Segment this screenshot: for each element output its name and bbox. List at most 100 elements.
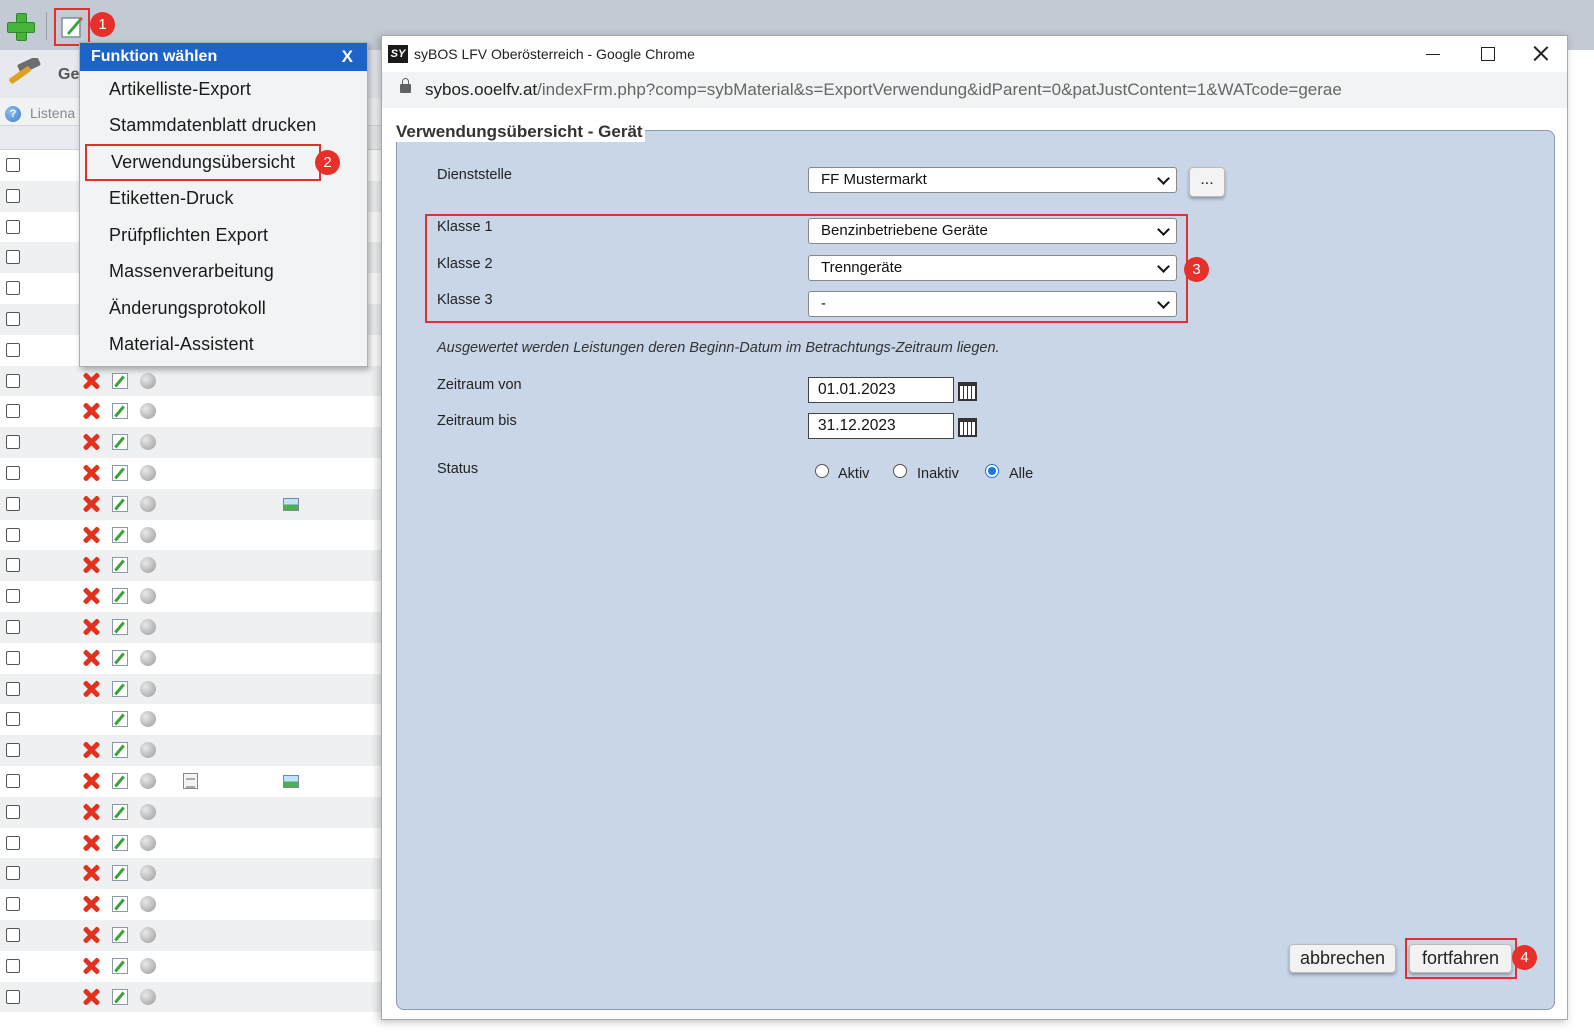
document-icon[interactable] (183, 772, 198, 789)
continue-button[interactable]: fortfahren (1409, 944, 1512, 973)
status-inaktiv-radio[interactable] (893, 464, 907, 478)
image-icon[interactable] (283, 497, 299, 511)
edit-icon[interactable] (112, 588, 128, 605)
calendar-icon[interactable] (958, 382, 977, 401)
delete-icon[interactable] (82, 649, 100, 667)
row-checkbox[interactable] (6, 250, 20, 265)
menu-item-verwendungsuebersicht[interactable]: Verwendungsübersicht (85, 144, 321, 181)
edit-icon[interactable] (112, 926, 128, 943)
functions-button[interactable] (54, 8, 90, 46)
delete-icon[interactable] (82, 834, 100, 852)
delete-icon[interactable] (82, 556, 100, 574)
edit-icon[interactable] (112, 649, 128, 666)
add-icon[interactable] (6, 12, 35, 41)
edit-icon[interactable] (112, 495, 128, 512)
row-checkbox[interactable] (6, 558, 20, 573)
delete-icon[interactable] (82, 895, 100, 913)
image-icon[interactable] (283, 774, 299, 788)
klasse1-select[interactable]: Benzinbetriebene Geräte (808, 218, 1177, 244)
cancel-button[interactable]: abbrechen (1289, 944, 1396, 973)
row-checkbox[interactable] (6, 342, 20, 357)
row-checkbox[interactable] (6, 958, 20, 973)
delete-icon[interactable] (82, 464, 100, 482)
row-checkbox[interactable] (6, 404, 20, 419)
lock-icon[interactable] (400, 78, 411, 93)
row-checkbox[interactable] (6, 281, 20, 296)
edit-icon[interactable] (112, 434, 128, 451)
row-checkbox[interactable] (6, 188, 20, 203)
menu-item-artikelliste-export[interactable]: Artikelliste-Export (80, 71, 367, 108)
delete-icon[interactable] (82, 772, 100, 790)
delete-icon[interactable] (82, 680, 100, 698)
row-checkbox[interactable] (6, 219, 20, 234)
row-checkbox[interactable] (6, 589, 20, 604)
delete-icon[interactable] (82, 803, 100, 821)
row-checkbox[interactable] (6, 373, 20, 388)
delete-icon[interactable] (82, 372, 100, 390)
delete-icon[interactable] (82, 495, 100, 513)
zeitraum-bis-input[interactable]: 31.12.2023 (808, 413, 954, 439)
edit-icon[interactable] (112, 988, 128, 1005)
delete-icon[interactable] (82, 864, 100, 882)
row-checkbox[interactable] (6, 989, 20, 1004)
delete-icon[interactable] (82, 618, 100, 636)
klasse2-select[interactable]: Trenngeräte (808, 255, 1177, 281)
delete-icon[interactable] (82, 433, 100, 451)
row-checkbox[interactable] (6, 927, 20, 942)
edit-icon[interactable] (112, 557, 128, 574)
dienststelle-picker-button[interactable]: ... (1189, 167, 1225, 197)
edit-icon[interactable] (112, 896, 128, 913)
row-checkbox[interactable] (6, 835, 20, 850)
menu-item-pruefpflichten-export[interactable]: Prüfpflichten Export (80, 217, 367, 254)
edit-icon[interactable] (112, 865, 128, 882)
edit-icon[interactable] (112, 957, 128, 974)
edit-icon[interactable] (112, 680, 128, 697)
status-alle-radio[interactable] (985, 464, 999, 478)
menu-item-material-assistent[interactable]: Material-Assistent (80, 327, 367, 364)
row-checkbox[interactable] (6, 773, 20, 788)
row-checkbox[interactable] (6, 619, 20, 634)
row-checkbox[interactable] (6, 650, 20, 665)
row-checkbox[interactable] (6, 158, 20, 172)
row-checkbox[interactable] (6, 435, 20, 450)
maximize-icon[interactable] (1476, 42, 1500, 66)
delete-icon[interactable] (82, 402, 100, 420)
klasse3-select[interactable]: - (808, 291, 1177, 317)
calendar-icon[interactable] (958, 418, 977, 437)
edit-icon[interactable] (112, 618, 128, 635)
dienststelle-select[interactable]: FF Mustermarkt (808, 167, 1177, 193)
edit-icon[interactable] (112, 772, 128, 789)
row-checkbox[interactable] (6, 866, 20, 881)
zeitraum-von-input[interactable]: 01.01.2023 (808, 377, 954, 403)
menu-close-button[interactable]: X (342, 47, 353, 67)
row-checkbox[interactable] (6, 527, 20, 542)
row-checkbox[interactable] (6, 311, 20, 326)
edit-icon[interactable] (112, 834, 128, 851)
help-icon[interactable]: ? (5, 106, 21, 122)
menu-item-etiketten-druck[interactable]: Etiketten-Druck (80, 181, 367, 218)
delete-icon[interactable] (82, 741, 100, 759)
edit-icon[interactable] (112, 803, 128, 820)
close-icon[interactable] (1529, 42, 1553, 66)
minimize-icon[interactable] (1422, 42, 1446, 66)
delete-icon[interactable] (82, 957, 100, 975)
edit-icon[interactable] (112, 372, 128, 389)
row-checkbox[interactable] (6, 712, 20, 727)
edit-icon[interactable] (112, 526, 128, 543)
delete-icon[interactable] (82, 926, 100, 944)
row-checkbox[interactable] (6, 465, 20, 480)
menu-item-massenverarbeitung[interactable]: Massenverarbeitung (80, 254, 367, 291)
edit-icon[interactable] (112, 464, 128, 481)
edit-icon[interactable] (112, 742, 128, 759)
edit-icon[interactable] (112, 403, 128, 420)
row-checkbox[interactable] (6, 496, 20, 511)
row-checkbox[interactable] (6, 743, 20, 758)
edit-icon[interactable] (112, 711, 128, 728)
menu-item-stammdatenblatt[interactable]: Stammdatenblatt drucken (80, 108, 367, 145)
delete-icon[interactable] (82, 526, 100, 544)
url-text[interactable]: sybos.ooelfv.at/indexFrm.php?comp=sybMat… (425, 80, 1342, 100)
row-checkbox[interactable] (6, 897, 20, 912)
delete-icon[interactable] (82, 587, 100, 605)
status-aktiv-radio[interactable] (815, 464, 829, 478)
row-checkbox[interactable] (6, 681, 20, 696)
